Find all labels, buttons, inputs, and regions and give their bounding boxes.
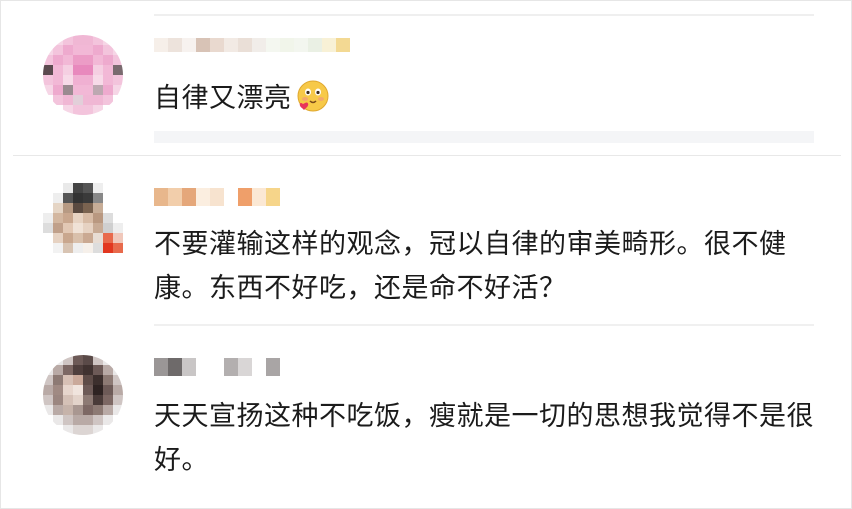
comment-text: 天天宣扬这种不吃饭，瘦就是一切的思想我觉得不是很好。 — [154, 395, 824, 483]
avatar[interactable] — [43, 355, 123, 435]
avatar[interactable] — [43, 183, 123, 263]
divider — [154, 14, 814, 16]
blushing-face-with-heart-icon — [297, 80, 328, 112]
username[interactable] — [154, 183, 280, 211]
comment-text-content: 不要灌输这样的观念，冠以自律的审美畸形。很不健康。东西不好吃，还是命不好活？ — [154, 229, 787, 304]
username[interactable] — [154, 31, 350, 59]
comment-text-content: 自律又漂亮 — [154, 83, 292, 114]
divider — [13, 155, 841, 156]
comment-text: 自律又漂亮 — [154, 77, 824, 121]
comment-text-content: 天天宣扬这种不吃饭，瘦就是一切的思想我觉得不是很好。 — [154, 401, 814, 476]
reply-bar — [154, 131, 814, 143]
username[interactable] — [154, 353, 280, 381]
comment-list: 自律又漂亮 不要灌输这样的观念，冠以自律的审美畸形。很不健康。东西不好吃，还是命… — [0, 0, 852, 509]
avatar[interactable] — [43, 35, 123, 115]
comment-text: 不要灌输这样的观念，冠以自律的审美畸形。很不健康。东西不好吃，还是命不好活？ — [154, 223, 824, 311]
divider — [154, 324, 814, 326]
